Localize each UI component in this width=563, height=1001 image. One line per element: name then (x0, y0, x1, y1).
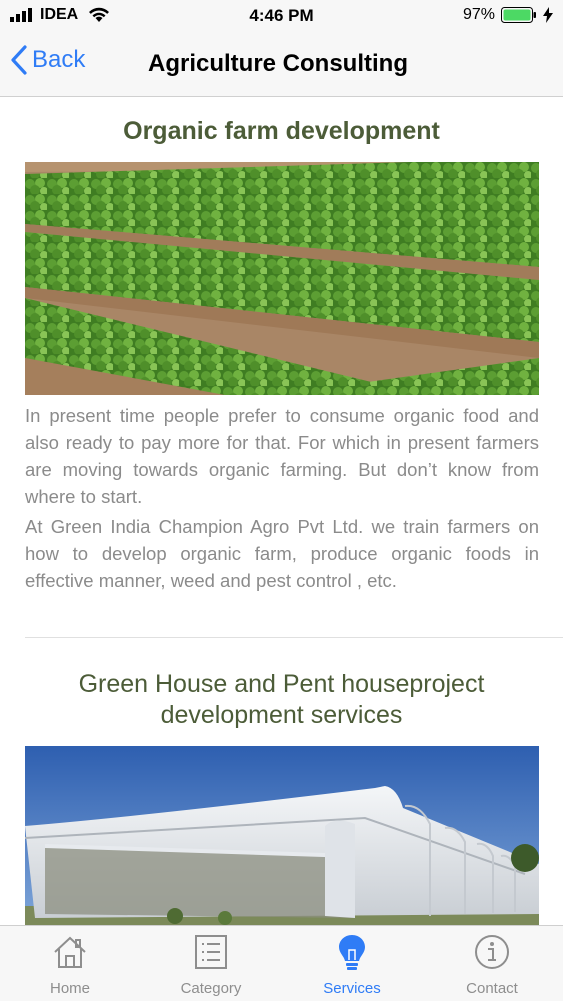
organic-paragraph-2: At Green India Champion Agro Pvt Ltd. we… (25, 516, 539, 591)
status-right: 97% (463, 6, 553, 24)
tab-contact-label: Contact (466, 980, 518, 997)
organic-paragraph-1: In present time people prefer to consume… (25, 405, 539, 507)
list-icon (195, 935, 227, 969)
section-title-organic: Organic farm development (123, 117, 440, 145)
battery-percent: 97% (462, 6, 495, 23)
tab-contact[interactable]: Contact (422, 926, 562, 1001)
content-scroll[interactable]: Organic farm development In present time… (0, 97, 563, 925)
greenhouse-image (25, 746, 539, 925)
section-divider (25, 637, 563, 638)
battery-icon (501, 7, 536, 23)
section-title-greenhouse: Green House and Pent houseproject develo… (0, 669, 563, 731)
house-icon (54, 936, 86, 968)
chevron-left-icon (11, 45, 27, 75)
info-icon (475, 935, 509, 969)
status-bar: IDEA 4:46 PM 97% (0, 0, 563, 32)
back-button[interactable]: Back (10, 44, 85, 76)
tab-bar: Home Category Services Contact (0, 925, 563, 1001)
tab-home[interactable]: Home (0, 926, 140, 1001)
organic-farm-image (25, 162, 539, 395)
tab-category[interactable]: Category (141, 926, 281, 1001)
tab-services[interactable]: Services (282, 926, 422, 1001)
page-title: Agriculture Consulting (148, 50, 408, 77)
tab-services-label: Services (323, 980, 381, 997)
greenhouse-title-line-2: development services (160, 701, 403, 729)
tab-home-label: Home (49, 980, 90, 997)
lightbulb-icon (339, 935, 365, 970)
navigation-bar: Back Agriculture Consulting (0, 32, 563, 97)
back-label: Back (32, 46, 86, 73)
tab-category-label: Category (180, 980, 242, 997)
greenhouse-title-line-1: Green House and Pent houseproject (78, 670, 485, 698)
charging-icon (543, 7, 553, 23)
